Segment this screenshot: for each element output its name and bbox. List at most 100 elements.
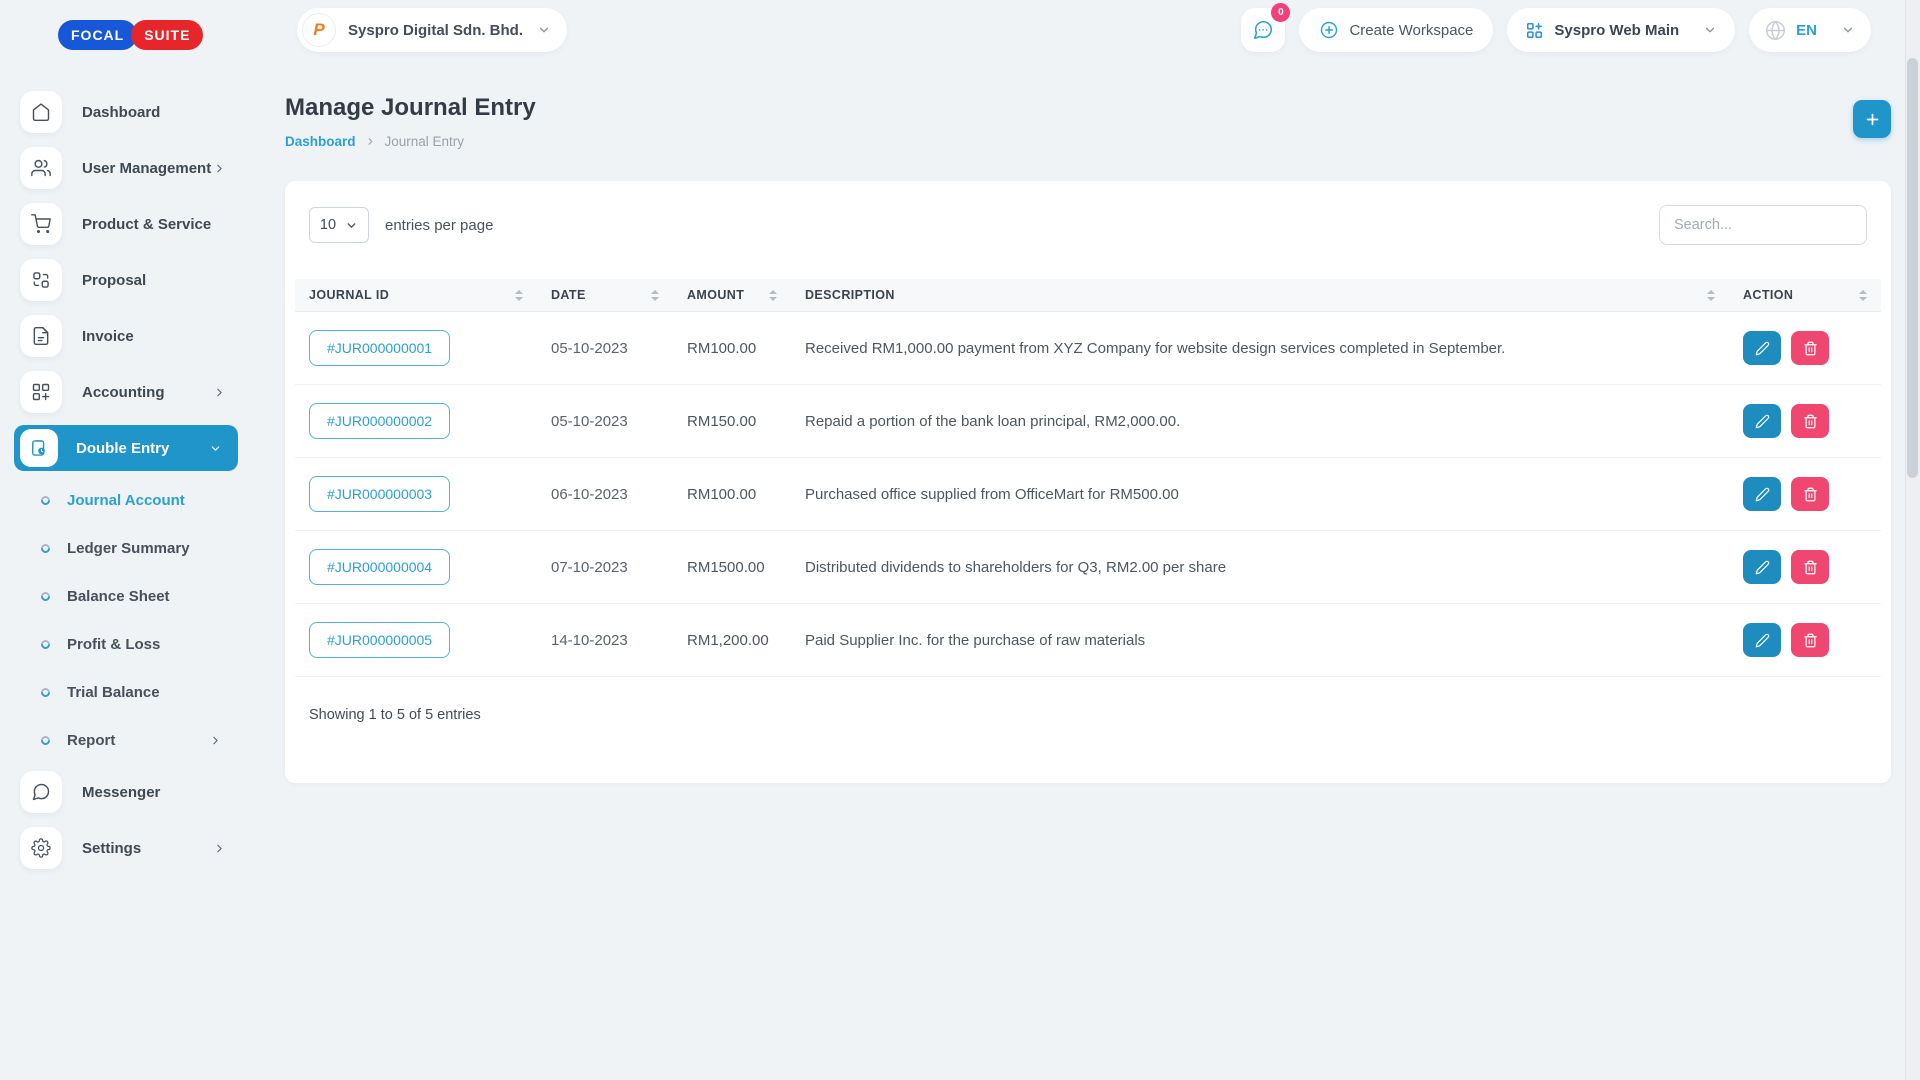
sidebar-subitem-balance-sheet[interactable]: Balance Sheet bbox=[0, 572, 250, 620]
column-header-date[interactable]: DATE bbox=[537, 279, 673, 312]
page-head: Manage Journal Entry Dashboard Journal E… bbox=[285, 94, 1891, 149]
table-row: #JUR000000003 06-10-2023 RM100.00 Purcha… bbox=[295, 458, 1881, 531]
delete-button[interactable] bbox=[1791, 331, 1829, 365]
delete-button[interactable] bbox=[1791, 550, 1829, 584]
sidebar-item-proposal[interactable]: Proposal bbox=[0, 252, 250, 308]
amount-cell: RM1,200.00 bbox=[673, 604, 791, 677]
sidebar-subitem-ledger-summary[interactable]: Ledger Summary bbox=[0, 524, 250, 572]
sidebar-subitem-journal-account[interactable]: Journal Account bbox=[0, 476, 250, 524]
sidebar: FOCAL SUITE Dashboard User Management Pr… bbox=[0, 0, 250, 1080]
column-label: AMOUNT bbox=[687, 288, 744, 302]
sort-icon bbox=[769, 290, 777, 301]
sidebar-subitem-label: Trial Balance bbox=[67, 684, 160, 701]
amount-cell: RM150.00 bbox=[673, 385, 791, 458]
delete-button[interactable] bbox=[1791, 477, 1829, 511]
search-input[interactable] bbox=[1659, 205, 1867, 245]
entries-per-page-label: entries per page bbox=[385, 217, 493, 234]
cart-icon bbox=[20, 203, 62, 245]
journal-id-chip[interactable]: #JUR000000002 bbox=[309, 403, 450, 439]
table-row: #JUR000000002 05-10-2023 RM150.00 Repaid… bbox=[295, 385, 1881, 458]
amount-cell: RM100.00 bbox=[673, 458, 791, 531]
delete-button[interactable] bbox=[1791, 623, 1829, 657]
messages-button[interactable]: 0 bbox=[1241, 8, 1285, 52]
edit-button[interactable] bbox=[1743, 331, 1781, 365]
sort-icon bbox=[1707, 290, 1715, 301]
description-cell: Repaid a portion of the bank loan princi… bbox=[791, 385, 1729, 458]
create-workspace-label: Create Workspace bbox=[1349, 22, 1473, 39]
sidebar-item-dashboard[interactable]: Dashboard bbox=[0, 84, 250, 140]
double-entry-icon bbox=[20, 429, 58, 467]
edit-button[interactable] bbox=[1743, 550, 1781, 584]
journal-id-chip[interactable]: #JUR000000001 bbox=[309, 330, 450, 366]
language-label: EN bbox=[1796, 22, 1817, 39]
journal-id-chip[interactable]: #JUR000000003 bbox=[309, 476, 450, 512]
sidebar-item-label: Settings bbox=[82, 840, 141, 857]
sidebar-item-double-entry[interactable]: Double Entry bbox=[14, 425, 238, 471]
sidebar-subitem-label: Profit & Loss bbox=[67, 636, 160, 653]
entries-per-page-value: 10 bbox=[320, 217, 336, 233]
sidebar-subitem-report[interactable]: Report bbox=[0, 716, 250, 764]
create-workspace-button[interactable]: Create Workspace bbox=[1299, 8, 1493, 52]
sidebar-subitem-profit-loss[interactable]: Profit & Loss bbox=[0, 620, 250, 668]
globe-icon bbox=[1765, 20, 1786, 41]
trash-icon bbox=[1803, 341, 1818, 356]
description-cell: Distributed dividends to shareholders fo… bbox=[791, 531, 1729, 604]
column-label: DATE bbox=[551, 288, 586, 302]
edit-button[interactable] bbox=[1743, 623, 1781, 657]
scrollbar-thumb[interactable] bbox=[1907, 58, 1918, 478]
edit-button[interactable] bbox=[1743, 477, 1781, 511]
journal-id-chip[interactable]: #JUR000000005 bbox=[309, 622, 450, 658]
chevron-down-icon bbox=[345, 219, 358, 232]
column-label: DESCRIPTION bbox=[805, 288, 895, 302]
plus-circle-icon bbox=[1319, 20, 1339, 40]
bullet-icon bbox=[39, 734, 52, 747]
app-logo[interactable]: FOCAL SUITE bbox=[58, 20, 250, 50]
date-cell: 06-10-2023 bbox=[537, 458, 673, 531]
column-header-journal-id[interactable]: JOURNAL ID bbox=[295, 279, 537, 312]
sidebar-item-label: Accounting bbox=[82, 384, 165, 401]
sidebar-item-invoice[interactable]: Invoice bbox=[0, 308, 250, 364]
scrollbar-track bbox=[1905, 0, 1920, 1080]
sidebar-item-label: Invoice bbox=[82, 328, 134, 345]
sidebar-subitem-trial-balance[interactable]: Trial Balance bbox=[0, 668, 250, 716]
journal-id-chip[interactable]: #JUR000000004 bbox=[309, 549, 450, 585]
column-header-amount[interactable]: AMOUNT bbox=[673, 279, 791, 312]
workspace-selector[interactable]: P Syspro Digital Sdn. Bhd. bbox=[297, 8, 567, 52]
sort-icon bbox=[515, 290, 523, 301]
topbar-right: 0 Create Workspace Syspro Web Main bbox=[1241, 8, 1871, 52]
edit-button[interactable] bbox=[1743, 404, 1781, 438]
table-controls: 10 entries per page bbox=[309, 205, 1867, 245]
messenger-icon bbox=[20, 771, 62, 813]
proposal-icon bbox=[20, 259, 62, 301]
column-header-action[interactable]: ACTION bbox=[1729, 279, 1881, 312]
chevron-down-icon bbox=[1703, 23, 1717, 37]
home-icon bbox=[20, 91, 62, 133]
breadcrumb-dashboard-link[interactable]: Dashboard bbox=[285, 134, 356, 149]
pencil-icon bbox=[1755, 487, 1770, 502]
date-cell: 05-10-2023 bbox=[537, 312, 673, 385]
chat-icon bbox=[1252, 19, 1274, 41]
sidebar-item-accounting[interactable]: Accounting bbox=[0, 364, 250, 420]
sidebar-item-product-service[interactable]: Product & Service bbox=[0, 196, 250, 252]
messages-badge: 0 bbox=[1271, 3, 1290, 22]
double-entry-submenu: Journal Account Ledger Summary Balance S… bbox=[0, 476, 250, 764]
sidebar-menu: Dashboard User Management Product & Serv… bbox=[0, 84, 250, 876]
sidebar-item-user-management[interactable]: User Management bbox=[0, 140, 250, 196]
add-journal-entry-button[interactable] bbox=[1853, 100, 1891, 138]
entries-per-page-select[interactable]: 10 bbox=[309, 207, 369, 243]
sidebar-item-label: Double Entry bbox=[76, 440, 169, 457]
language-selector[interactable]: EN bbox=[1749, 8, 1871, 52]
sort-icon bbox=[651, 290, 659, 301]
chevron-right-icon bbox=[209, 734, 222, 747]
amount-cell: RM1500.00 bbox=[673, 531, 791, 604]
bullet-icon bbox=[39, 494, 52, 507]
trash-icon bbox=[1803, 633, 1818, 648]
page-title: Manage Journal Entry bbox=[285, 94, 536, 122]
description-cell: Purchased office supplied from OfficeMar… bbox=[791, 458, 1729, 531]
sidebar-item-settings[interactable]: Settings bbox=[0, 820, 250, 876]
sidebar-item-messenger[interactable]: Messenger bbox=[0, 764, 250, 820]
delete-button[interactable] bbox=[1791, 404, 1829, 438]
breadcrumb-current: Journal Entry bbox=[385, 134, 465, 149]
column-header-description[interactable]: DESCRIPTION bbox=[791, 279, 1729, 312]
workspace-switcher[interactable]: Syspro Web Main bbox=[1507, 8, 1735, 52]
